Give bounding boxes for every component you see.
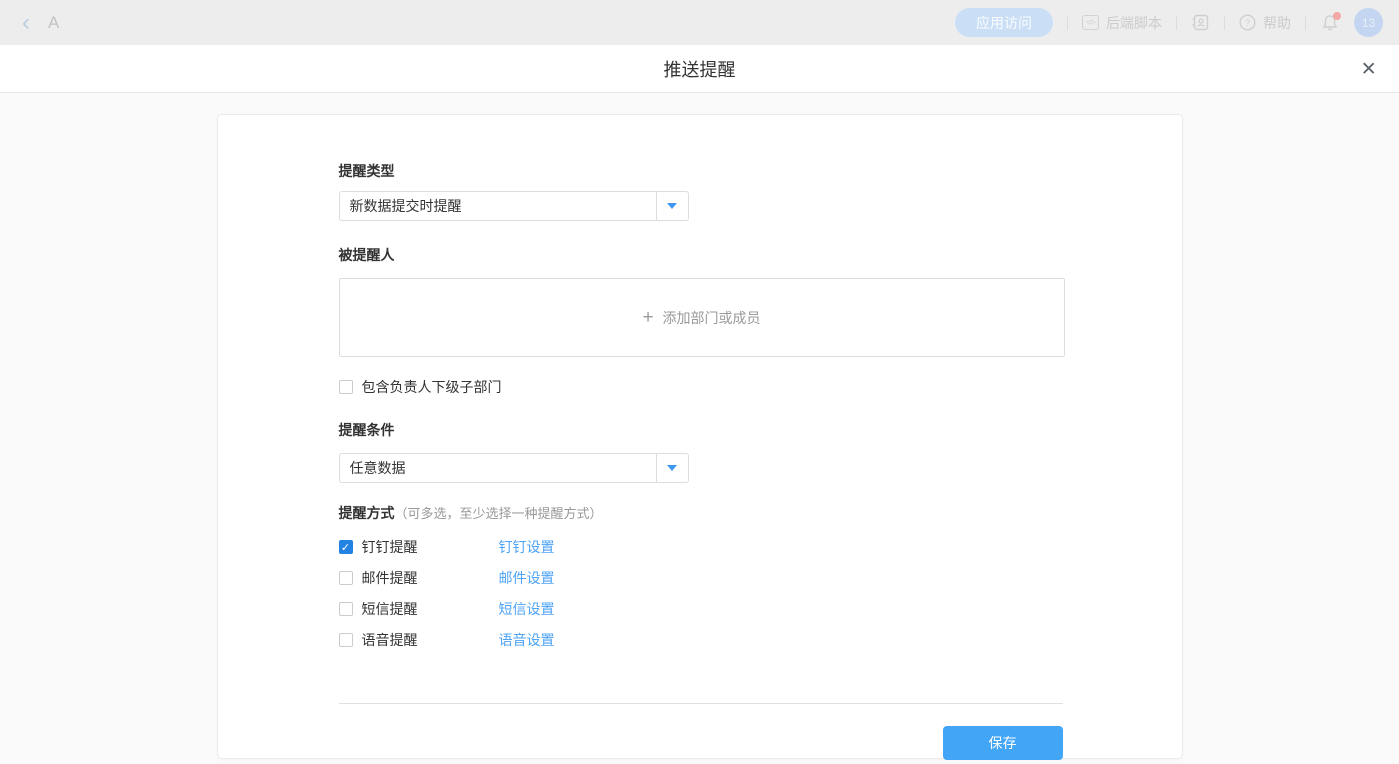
add-recipients-button[interactable]: + 添加部门或成员 <box>339 278 1065 357</box>
reminder-type-label: 提醒类型 <box>339 161 1063 181</box>
notification-bell-button[interactable] <box>1320 13 1340 33</box>
methods-label: 提醒方式（可多选，至少选择一种提醒方式） <box>339 503 1063 523</box>
divider <box>1176 16 1177 30</box>
triangle-glyph <box>667 465 677 471</box>
footer-divider <box>339 703 1063 704</box>
method-row-voice: 语音提醒 语音设置 <box>339 630 1063 650</box>
dingtalk-settings-link[interactable]: 钉钉设置 <box>499 537 555 557</box>
contacts-button[interactable] <box>1191 13 1210 32</box>
include-sub-checkbox[interactable] <box>339 380 353 394</box>
app-access-button[interactable]: 应用访问 <box>955 8 1053 37</box>
triangle-glyph <box>667 203 677 209</box>
sms-settings-link[interactable]: 短信设置 <box>499 599 555 619</box>
chevron-down-icon[interactable] <box>656 454 688 482</box>
include-sub-label: 包含负责人下级子部门 <box>362 377 502 397</box>
help-label: 帮助 <box>1263 13 1291 33</box>
notification-dot <box>1333 12 1341 20</box>
help-button[interactable]: ? 帮助 <box>1239 13 1291 33</box>
plus-icon: + <box>642 307 653 329</box>
methods-hint: （可多选，至少选择一种提醒方式） <box>395 506 603 521</box>
condition-label: 提醒条件 <box>339 420 1063 440</box>
dingtalk-checkbox[interactable] <box>339 540 353 554</box>
dialog-body: 提醒类型 新数据提交时提醒 被提醒人 + 添加部门或成员 包含负责人下级子部门 … <box>0 114 1399 764</box>
email-label: 邮件提醒 <box>362 568 418 588</box>
chevron-down-icon[interactable] <box>656 192 688 220</box>
dingtalk-label: 钉钉提醒 <box>362 537 418 557</box>
email-checkbox[interactable] <box>339 571 353 585</box>
divider <box>1305 16 1306 30</box>
condition-select[interactable]: 任意数据 <box>339 453 689 483</box>
avatar[interactable]: 13 <box>1354 8 1383 37</box>
save-button[interactable]: 保存 <box>943 726 1063 760</box>
method-row-dingtalk: 钉钉提醒 钉钉设置 <box>339 537 1063 557</box>
include-sub-row: 包含负责人下级子部门 <box>339 377 1063 397</box>
contacts-icon <box>1191 13 1210 32</box>
method-row-sms: 短信提醒 短信设置 <box>339 599 1063 619</box>
code-icon: </> <box>1082 15 1099 30</box>
voice-label: 语音提醒 <box>362 630 418 650</box>
email-settings-link[interactable]: 邮件设置 <box>499 568 555 588</box>
page-title: 推送提醒 <box>664 56 736 82</box>
backend-script-label: 后端脚本 <box>1106 13 1162 33</box>
divider <box>1067 16 1068 30</box>
methods-title: 提醒方式 <box>339 505 395 521</box>
method-row-email: 邮件提醒 邮件设置 <box>339 568 1063 588</box>
reminder-type-select[interactable]: 新数据提交时提醒 <box>339 191 689 221</box>
reminder-type-value: 新数据提交时提醒 <box>340 196 656 216</box>
topbar: ‹ A 应用访问 </> 后端脚本 ? 帮助 <box>0 0 1399 45</box>
card-footer: 保存 <box>339 726 1063 760</box>
divider <box>1224 16 1225 30</box>
back-icon[interactable]: ‹ <box>22 13 30 33</box>
voice-checkbox[interactable] <box>339 633 353 647</box>
condition-value: 任意数据 <box>340 458 656 478</box>
voice-settings-link[interactable]: 语音设置 <box>499 630 555 650</box>
recipients-label: 被提醒人 <box>339 245 1063 265</box>
dialog-header: 推送提醒 × <box>0 45 1399 93</box>
sms-label: 短信提醒 <box>362 599 418 619</box>
question-icon: ? <box>1239 14 1256 31</box>
app-title: A <box>48 13 59 33</box>
add-recipients-placeholder: 添加部门或成员 <box>663 308 761 328</box>
sms-checkbox[interactable] <box>339 602 353 616</box>
settings-card: 提醒类型 新数据提交时提醒 被提醒人 + 添加部门或成员 包含负责人下级子部门 … <box>217 114 1183 759</box>
close-icon[interactable]: × <box>1361 56 1376 81</box>
backend-script-button[interactable]: </> 后端脚本 <box>1082 13 1162 33</box>
svg-text:?: ? <box>1245 18 1250 28</box>
